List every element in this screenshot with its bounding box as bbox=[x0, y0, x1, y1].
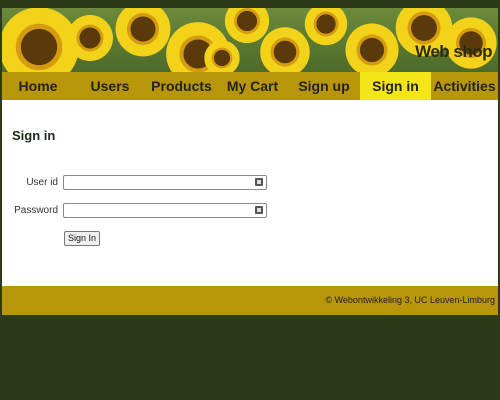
footer-copyright: © Webontwikkeling 3, UC Leuven-Limburg bbox=[325, 295, 495, 305]
page-title: Sign in bbox=[12, 128, 56, 143]
sunflower-image bbox=[64, 12, 116, 64]
userid-field-box bbox=[63, 175, 267, 193]
footer: © Webontwikkeling 3, UC Leuven-Limburg bbox=[2, 286, 498, 315]
nav-item-activities[interactable]: Activities bbox=[431, 72, 498, 100]
userid-input[interactable] bbox=[66, 180, 246, 193]
password-input[interactable] bbox=[66, 208, 246, 221]
sunflower-image bbox=[202, 38, 242, 72]
main-nav: Home Users Products My Cart Sign up Sign… bbox=[2, 72, 498, 100]
sign-in-button[interactable]: Sign In bbox=[64, 231, 101, 246]
password-field-box bbox=[63, 203, 267, 221]
nav-item-sign-in[interactable]: Sign in bbox=[360, 72, 431, 100]
nav-item-users[interactable]: Users bbox=[74, 72, 146, 100]
userid-label: User id bbox=[26, 177, 58, 188]
page: Web shop Home Users Products My Cart Sig… bbox=[1, 0, 499, 400]
nav-item-my-cart[interactable]: My Cart bbox=[217, 72, 288, 100]
nav-item-products[interactable]: Products bbox=[146, 72, 217, 100]
nav-item-home[interactable]: Home bbox=[2, 72, 74, 100]
header-banner: Web shop bbox=[2, 8, 498, 72]
autofill-key-icon[interactable] bbox=[255, 206, 263, 214]
nav-item-sign-up[interactable]: Sign up bbox=[288, 72, 360, 100]
main-content: Sign in User id Password Sign In bbox=[2, 100, 498, 286]
autofill-key-icon[interactable] bbox=[255, 178, 263, 186]
password-label: Password bbox=[14, 205, 58, 216]
site-title: Web shop bbox=[415, 42, 492, 61]
